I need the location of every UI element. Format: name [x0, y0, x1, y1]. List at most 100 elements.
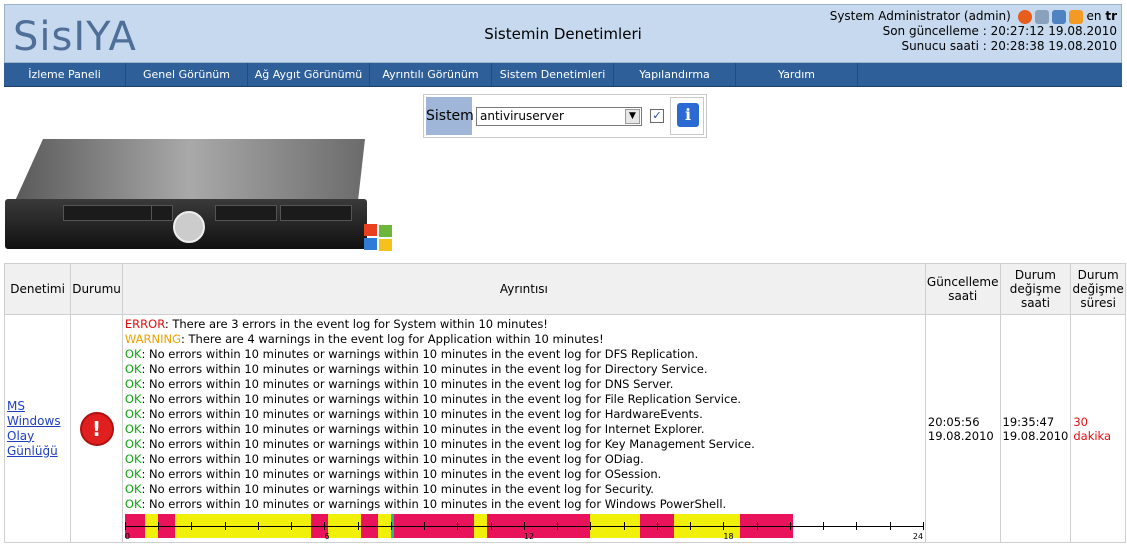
- detail-line: WARNING: There are 4 warnings in the eve…: [124, 332, 604, 346]
- menu-izleme-paneli[interactable]: İzleme Paneli: [4, 63, 126, 86]
- dell-logo: [173, 211, 205, 243]
- detail-line: OK: No errors within 10 minutes or warni…: [124, 482, 654, 496]
- timeline-tick: [457, 522, 459, 530]
- col-header-change-duration: Durum değişme süresi: [1070, 263, 1126, 315]
- lang-en-link[interactable]: en: [1087, 9, 1102, 23]
- detail-line: OK: No errors within 10 minutes or warni…: [124, 407, 703, 421]
- timeline-tick: [357, 522, 359, 530]
- detail-text: No errors within 10 minutes or warnings …: [145, 452, 644, 466]
- timeline-tick: [490, 522, 492, 530]
- detail-text: No errors within 10 minutes or warnings …: [145, 377, 674, 391]
- detail-line: OK: No errors within 10 minutes or warni…: [124, 392, 742, 406]
- menu-yapilandirma[interactable]: Yapılandırma: [614, 63, 736, 86]
- error-icon: !: [79, 411, 114, 446]
- timeline-tick: [224, 522, 226, 530]
- menu-ag-aygit-gorunumu[interactable]: Ağ Aygıt Görünümü: [248, 63, 370, 86]
- timeline-tick: [789, 522, 791, 530]
- detail-line: OK: No errors within 10 minutes or warni…: [124, 467, 662, 481]
- detail-level: OK: [124, 497, 142, 511]
- chevron-down-icon[interactable]: ▼: [625, 109, 640, 124]
- detail-level: OK: [124, 437, 142, 451]
- menu-yardim[interactable]: Yardım: [736, 63, 858, 86]
- detail-line: OK: No errors within 10 minutes or warni…: [124, 437, 755, 451]
- user-name: System Administrator (admin): [829, 9, 1011, 23]
- power-icon[interactable]: [1017, 9, 1032, 24]
- server-time: Sunucu saati : 20:28:38 19.08.2010: [901, 39, 1117, 53]
- update-time: 20:05:56 19.08.2010: [927, 414, 994, 443]
- detail-level: OK: [124, 347, 142, 361]
- detail-text: No errors within 10 minutes or warnings …: [145, 467, 662, 481]
- timeline-tick: [158, 522, 160, 530]
- timeline-tick: [889, 522, 891, 530]
- col-header-check: Denetimi: [3, 263, 72, 315]
- detail-level: OK: [124, 362, 142, 376]
- detail-level: OK: [124, 467, 142, 481]
- detail-level: ERROR: [124, 317, 165, 331]
- col-header-update-time: Güncelleme saati: [924, 263, 1001, 315]
- detail-line: OK: No errors within 10 minutes or warni…: [124, 422, 705, 436]
- detail-cell: ERROR: There are 3 errors in the event l…: [121, 314, 926, 543]
- last-update: Son güncelleme : 20:27:12 19.08.2010: [882, 24, 1117, 38]
- timeline-tick: [756, 522, 758, 530]
- detail-line: OK: No errors within 10 minutes or warni…: [124, 347, 699, 361]
- col-header-change-time: Durum değişme saati: [999, 263, 1072, 315]
- detail-text: No errors within 10 minutes or warnings …: [145, 347, 699, 361]
- detail-level: OK: [124, 482, 142, 496]
- system-selector-panel: Sistem antiviruserver ▼ ✓ i: [423, 94, 707, 138]
- system-label: Sistem: [426, 97, 474, 135]
- checks-table: Denetimi Durumu Ayrıntısı Güncelleme saa…: [3, 263, 1126, 543]
- detail-text: No errors within 10 minutes or warnings …: [145, 407, 703, 421]
- timeline-tick: [557, 522, 559, 530]
- main-menu: İzleme Paneli Genel Görünüm Ağ Aygıt Gör…: [4, 63, 1122, 87]
- system-select[interactable]: antiviruserver ▼: [476, 107, 642, 126]
- change-duration: 30 dakika: [1073, 414, 1112, 443]
- timeline-tick: [390, 522, 392, 530]
- detail-line: ERROR: There are 3 errors in the event l…: [124, 317, 548, 331]
- detail-level: OK: [124, 407, 142, 421]
- col-header-details: Ayrıntısı: [121, 263, 926, 315]
- user-box: System Administrator (admin) en tr Son g…: [830, 9, 1117, 54]
- rss-icon[interactable]: [1068, 9, 1083, 24]
- change-time: 19:35:47 19.08.2010: [1002, 414, 1069, 443]
- timeline-tick: [690, 522, 692, 530]
- windows-logo-icon: [364, 224, 394, 252]
- table-header-row: Denetimi Durumu Ayrıntısı Güncelleme saa…: [3, 263, 1126, 315]
- download-icon[interactable]: [1051, 9, 1066, 24]
- status-timeline: 0 6 12 18 24: [124, 514, 924, 541]
- server-image: [5, 139, 367, 257]
- menu-genel-gorunum[interactable]: Genel Görünüm: [126, 63, 248, 86]
- detail-level: OK: [124, 392, 142, 406]
- tools-icon[interactable]: [1034, 9, 1049, 24]
- detail-text: No errors within 10 minutes or warnings …: [145, 422, 705, 436]
- menu-sistem-denetimleri[interactable]: Sistem Denetimleri: [492, 63, 614, 86]
- detail-line: OK: No errors within 10 minutes or warni…: [124, 362, 708, 376]
- detail-text: There are 3 errors in the event log for …: [168, 317, 548, 331]
- info-button[interactable]: i: [670, 97, 704, 135]
- table-row: MS Windows Olay Günlüğü ! ERROR: There a…: [3, 314, 1126, 543]
- lang-tr-link[interactable]: tr: [1105, 9, 1117, 23]
- detail-line: OK: No errors within 10 minutes or warni…: [124, 497, 727, 511]
- menu-ayrintili-gorunum[interactable]: Ayrıntılı Görünüm: [370, 63, 492, 86]
- detail-text: There are 4 warnings in the event log fo…: [184, 332, 604, 346]
- timeline-tick: [291, 522, 293, 530]
- timeline-tick: [590, 522, 592, 530]
- detail-level: OK: [124, 422, 142, 436]
- page-header: SisIYA Sistemin Denetimleri System Admin…: [4, 4, 1122, 63]
- system-select-value: antiviruserver: [480, 109, 564, 123]
- timeline-tick: [257, 522, 259, 530]
- check-link[interactable]: MS Windows Olay Günlüğü: [7, 399, 61, 458]
- system-checkbox[interactable]: ✓: [650, 109, 664, 123]
- detail-text: No errors within 10 minutes or warnings …: [145, 362, 708, 376]
- detail-text: No errors within 10 minutes or warnings …: [145, 482, 654, 496]
- timeline-tick: [191, 522, 193, 530]
- timeline-tick: [856, 522, 858, 530]
- detail-level: OK: [124, 377, 142, 391]
- timeline-tick: [424, 522, 426, 530]
- detail-line: OK: No errors within 10 minutes or warni…: [124, 452, 644, 466]
- detail-line: OK: No errors within 10 minutes or warni…: [124, 377, 674, 391]
- detail-level: OK: [124, 452, 142, 466]
- detail-text: No errors within 10 minutes or warnings …: [145, 392, 742, 406]
- timeline-tick: [623, 522, 625, 530]
- info-icon: i: [677, 103, 699, 127]
- detail-text: No errors within 10 minutes or warnings …: [145, 437, 755, 451]
